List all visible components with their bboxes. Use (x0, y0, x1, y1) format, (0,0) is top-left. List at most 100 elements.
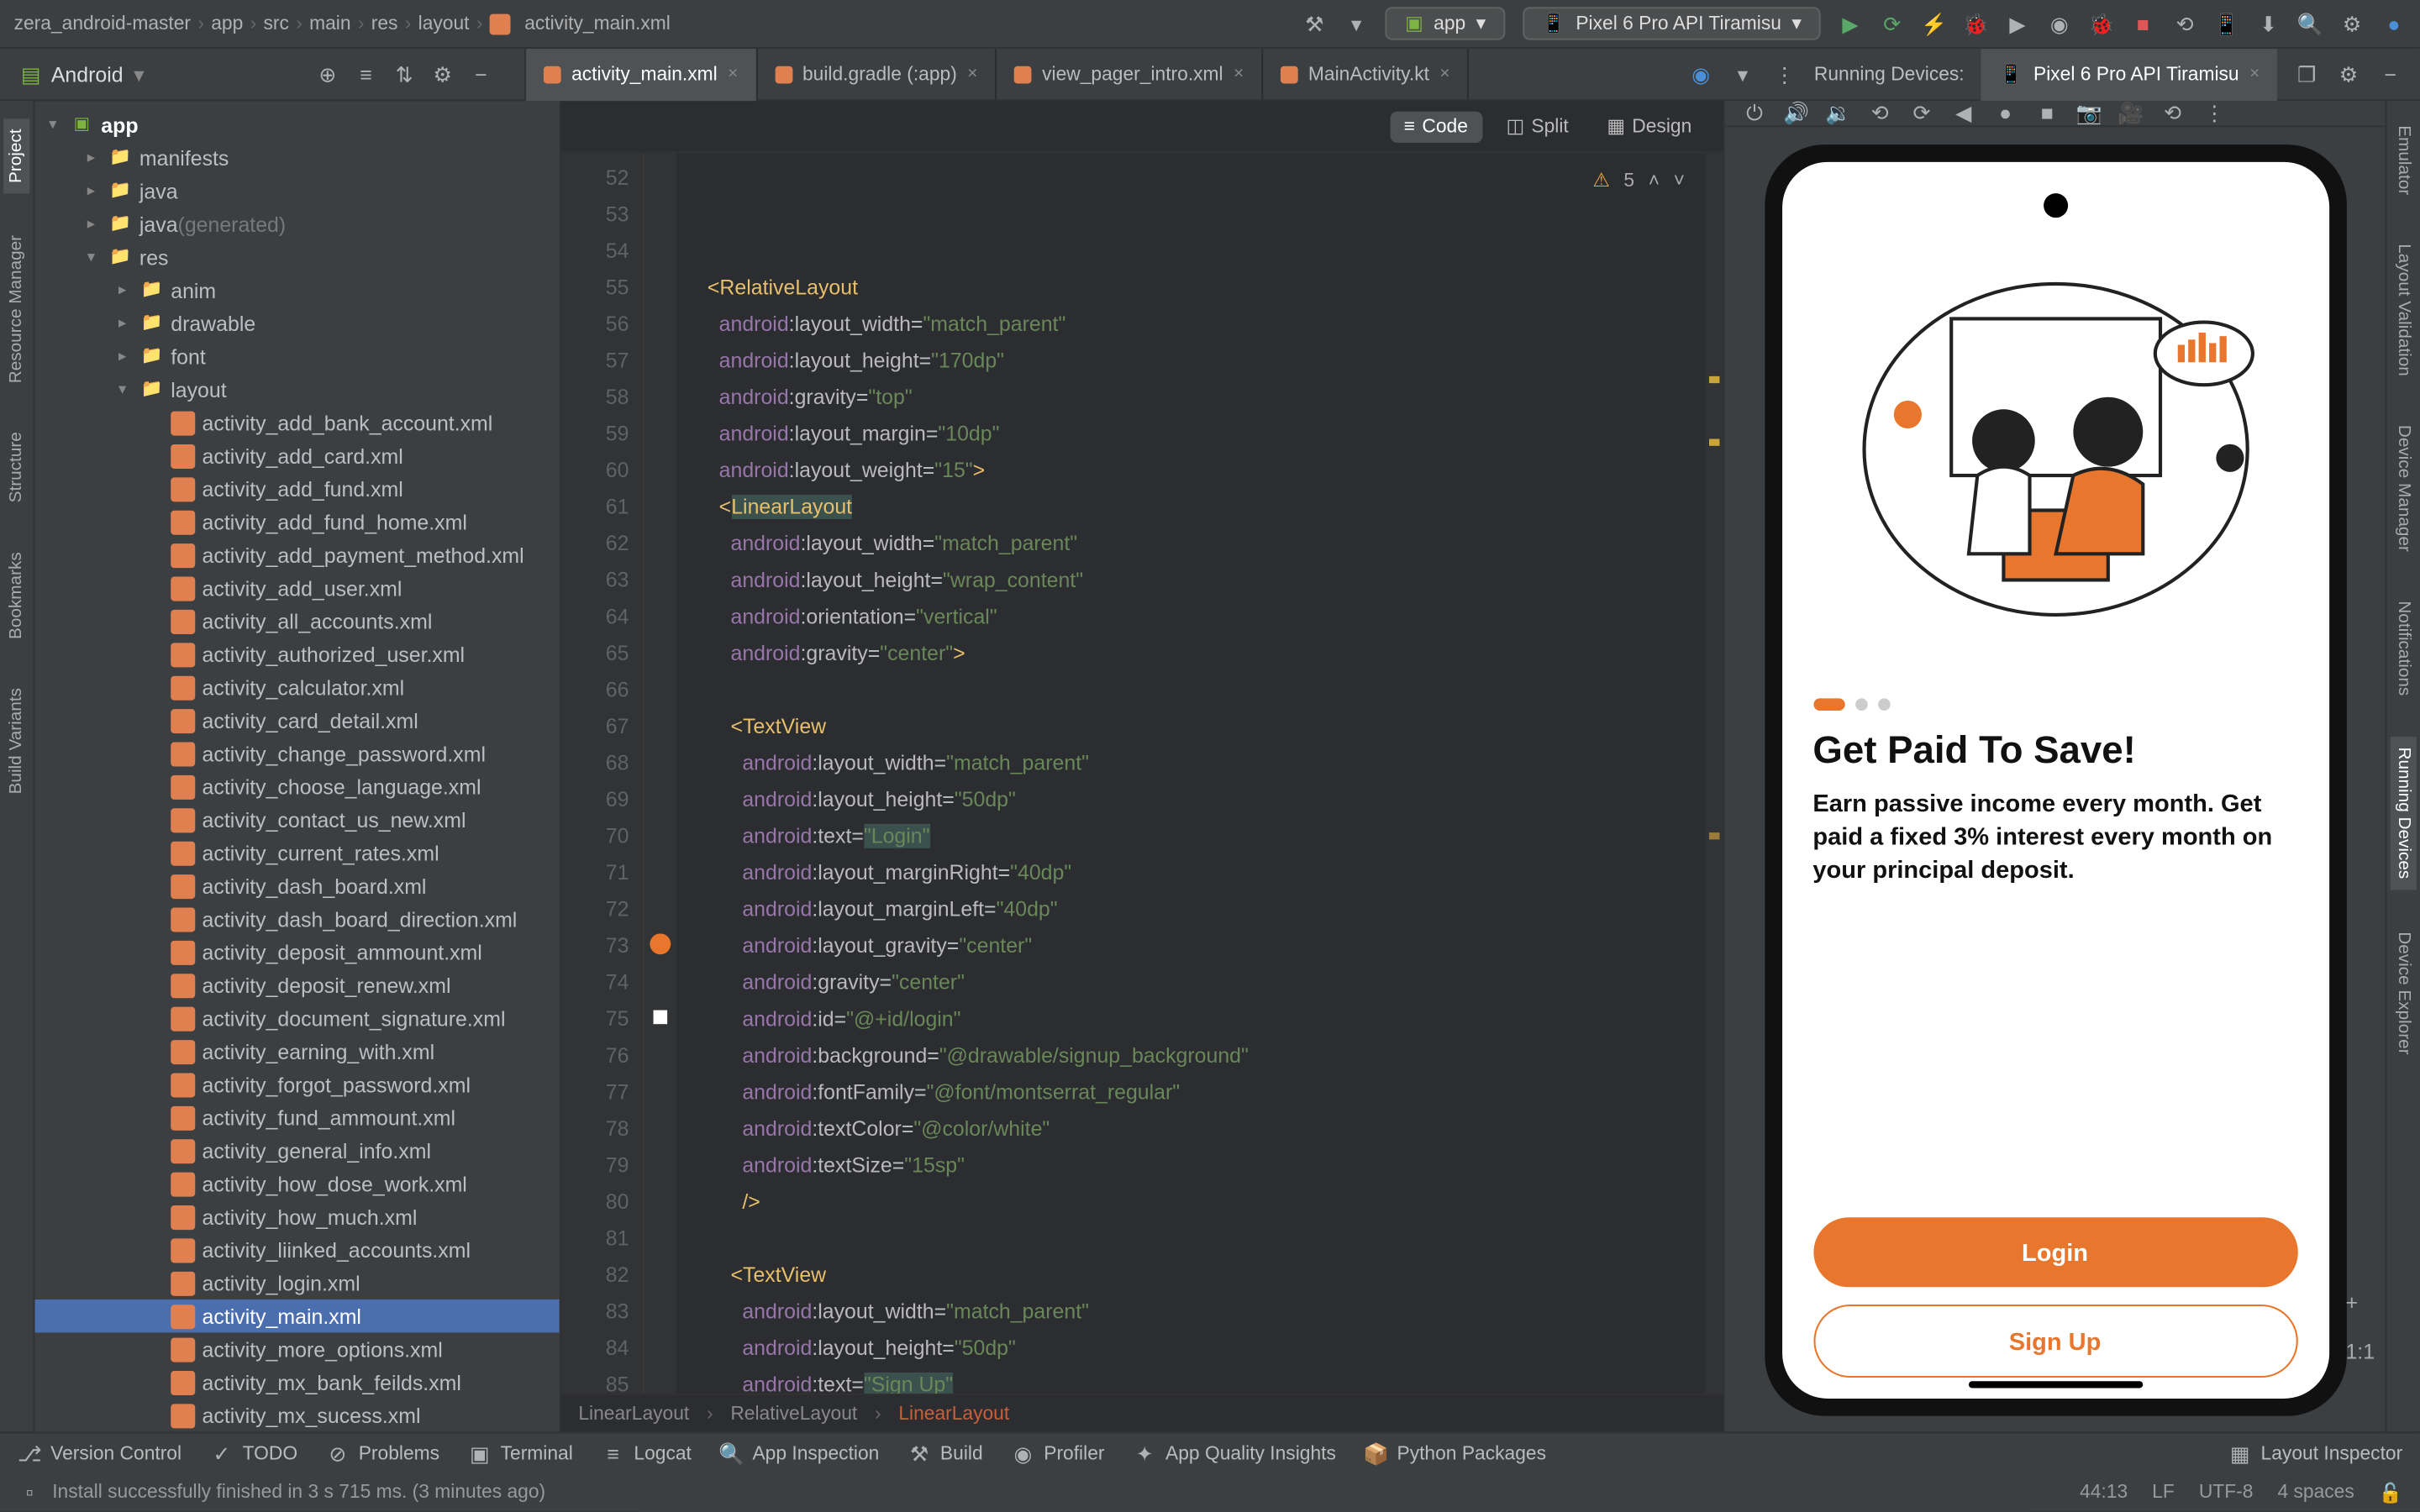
tool-window-tab[interactable]: Running Devices (2391, 738, 2417, 890)
tree-file[interactable]: activity_authorized_user.xml (34, 638, 559, 670)
tool-window-button[interactable]: ⊘Problems (325, 1441, 439, 1466)
zoom-fit-button[interactable]: 1:1 (2345, 1339, 2375, 1363)
gear-icon[interactable]: ⚙ (430, 62, 455, 87)
tree-file[interactable]: activity_forgot_password.xml (34, 1068, 559, 1100)
editor-tab[interactable]: build.gradle (:app)× (757, 48, 997, 100)
tree-folder[interactable]: ▾📁res (34, 240, 559, 273)
tool-window-button[interactable]: ◉Profiler (1011, 1441, 1105, 1466)
code-area[interactable]: ⚠ 5 ˄ ˅ <RelativeLayout android:layout_w… (676, 153, 1705, 1393)
tree-folder[interactable]: ▸📁anim (34, 274, 559, 307)
tree-file[interactable]: activity_change_password.xml (34, 737, 559, 769)
debug-icon[interactable]: 🐞 (1964, 11, 1988, 35)
tool-window-tab[interactable]: Layout Validation (2394, 237, 2413, 383)
tree-file[interactable]: activity_add_card.xml (34, 438, 559, 471)
zoom-in-button[interactable]: + (2345, 1290, 2375, 1315)
status-icon[interactable]: ▫ (18, 1480, 42, 1504)
tree-file[interactable]: activity_add_bank_account.xml (34, 406, 559, 438)
breadcrumb-item[interactable]: app (211, 13, 243, 34)
breadcrumb-item[interactable]: LinearLayout (898, 1403, 1009, 1424)
tool-window-button[interactable]: ≡Logcat (601, 1441, 692, 1466)
status-item[interactable]: UTF-8 (2199, 1481, 2254, 1504)
device-screen[interactable]: Get Paid To Save! Earn passive income ev… (1781, 162, 2328, 1399)
breadcrumb-item[interactable]: main (309, 13, 350, 34)
close-icon[interactable]: × (967, 65, 977, 84)
tree-file[interactable]: activity_more_options.xml (34, 1332, 559, 1365)
tool-window-tab[interactable]: Emulator (2394, 118, 2413, 202)
tool-window-button[interactable]: 📦Python Packages (1364, 1441, 1546, 1466)
breadcrumb-item[interactable]: src (264, 13, 289, 34)
tree-folder[interactable]: ▸📁manifests (34, 141, 559, 174)
tool-window-button[interactable]: ✦App Quality Insights (1133, 1441, 1336, 1466)
breadcrumb-item[interactable]: zera_android-master (14, 13, 191, 34)
stop-icon[interactable]: ■ (2131, 11, 2155, 35)
sort-icon[interactable]: ⇅ (392, 62, 417, 87)
volume-up-icon[interactable]: 🔊 (1784, 101, 1808, 125)
target-icon[interactable]: ⊕ (315, 62, 339, 87)
tool-window-tab[interactable]: Device Manager (2394, 418, 2413, 559)
tool-window-tab[interactable]: Notifications (2394, 594, 2413, 703)
tree-file[interactable]: activity_add_user.xml (34, 571, 559, 604)
more-icon[interactable]: ⋮ (2202, 101, 2227, 125)
minimize-icon[interactable]: − (469, 62, 493, 87)
profiler-icon[interactable]: ◉ (2047, 11, 2071, 35)
close-icon[interactable]: × (728, 65, 738, 84)
login-button[interactable]: Login (1812, 1217, 2296, 1287)
minimap[interactable] (1706, 153, 1723, 1393)
breadcrumb-item[interactable]: activity_main.xml (490, 13, 671, 34)
lock-icon[interactable]: 🔓 (2379, 1481, 2402, 1504)
snapshot-icon[interactable]: ⟲ (2160, 101, 2185, 125)
tool-window-button[interactable]: 🔍App Inspection (719, 1441, 879, 1466)
warning-icon[interactable]: ⚠ (1592, 164, 1609, 201)
tree-folder[interactable]: ▸📁java (generated) (34, 207, 559, 240)
attach-debugger-icon[interactable]: 🐞 (2089, 11, 2113, 35)
apply-code-icon[interactable]: ⚡ (1922, 11, 1946, 35)
tree-file[interactable]: activity_dash_board.xml (34, 869, 559, 902)
updates-icon[interactable]: ● (2381, 11, 2406, 35)
close-icon[interactable]: × (1439, 65, 1449, 84)
running-device-tab[interactable]: 📱 Pixel 6 Pro API Tiramisu × (1981, 48, 2277, 100)
tree-file[interactable]: activity_contact_us_new.xml (34, 803, 559, 836)
rotate-right-icon[interactable]: ⟳ (1909, 101, 1933, 125)
chevron-down-icon[interactable]: ▾ (1730, 62, 1754, 87)
tool-window-tab[interactable]: Resource Manager (7, 228, 26, 391)
tree-file[interactable]: activity_deposit_ammount.xml (34, 935, 559, 968)
tree-folder[interactable]: ▾📁layout (34, 373, 559, 406)
view-code-button[interactable]: ≡Code (1390, 111, 1481, 142)
signup-button[interactable]: Sign Up (1812, 1305, 2296, 1378)
status-item[interactable]: LF (2152, 1481, 2175, 1504)
browser-icon[interactable]: ◉ (1689, 62, 1713, 87)
close-icon[interactable]: × (2249, 65, 2260, 84)
apply-changes-icon[interactable]: ⟳ (1880, 11, 1904, 35)
search-icon[interactable]: 🔍 (2298, 11, 2323, 35)
tree-file[interactable]: activity_dash_board_direction.xml (34, 902, 559, 935)
tree-root[interactable]: ▾▣app (34, 108, 559, 141)
breadcrumb-item[interactable]: res (371, 13, 398, 34)
tool-window-tab[interactable]: Device Explorer (2394, 925, 2413, 1062)
overview-icon[interactable]: ■ (2035, 101, 2060, 125)
tree-file[interactable]: activity_mx_sucess.xml (34, 1399, 559, 1431)
status-item[interactable]: 4 spaces (2277, 1481, 2354, 1504)
sdk-icon[interactable]: ⬇ (2256, 11, 2281, 35)
run-config-selector[interactable]: ▣ app ▾ (1386, 7, 1505, 39)
tool-window-button[interactable]: ▣Terminal (467, 1441, 573, 1466)
run-icon[interactable]: ▶ (1838, 11, 1862, 35)
editor-tab[interactable]: MainActivity.kt× (1263, 48, 1469, 100)
tree-file[interactable]: activity_main.xml (34, 1299, 559, 1332)
chevron-up-icon[interactable]: ˄ (1649, 164, 1660, 201)
sync-icon[interactable]: ⟲ (2173, 11, 2197, 35)
tool-window-button[interactable]: ⚒Build (908, 1441, 983, 1466)
minimize-icon[interactable]: − (2378, 62, 2402, 87)
layout-inspector-button[interactable]: ▦Layout Inspector (2228, 1441, 2402, 1466)
status-item[interactable]: 44:13 (2080, 1481, 2128, 1504)
back-icon[interactable]: ◀ (1951, 101, 1975, 125)
tree-file[interactable]: activity_how_much.xml (34, 1200, 559, 1233)
rotate-left-icon[interactable]: ⟲ (1868, 101, 1892, 125)
avd-icon[interactable]: 📱 (2214, 11, 2238, 35)
tool-window-tab[interactable]: Build Variants (7, 680, 26, 801)
home-icon[interactable]: ● (1993, 101, 2018, 125)
view-design-button[interactable]: ▦Design (1593, 110, 1706, 143)
tool-window-button[interactable]: ✓TODO (209, 1441, 297, 1466)
caret-icon[interactable]: ▾ (1344, 11, 1369, 35)
tree-file[interactable]: activity_login.xml (34, 1266, 559, 1299)
settings-icon[interactable]: ⚙ (2340, 11, 2365, 35)
